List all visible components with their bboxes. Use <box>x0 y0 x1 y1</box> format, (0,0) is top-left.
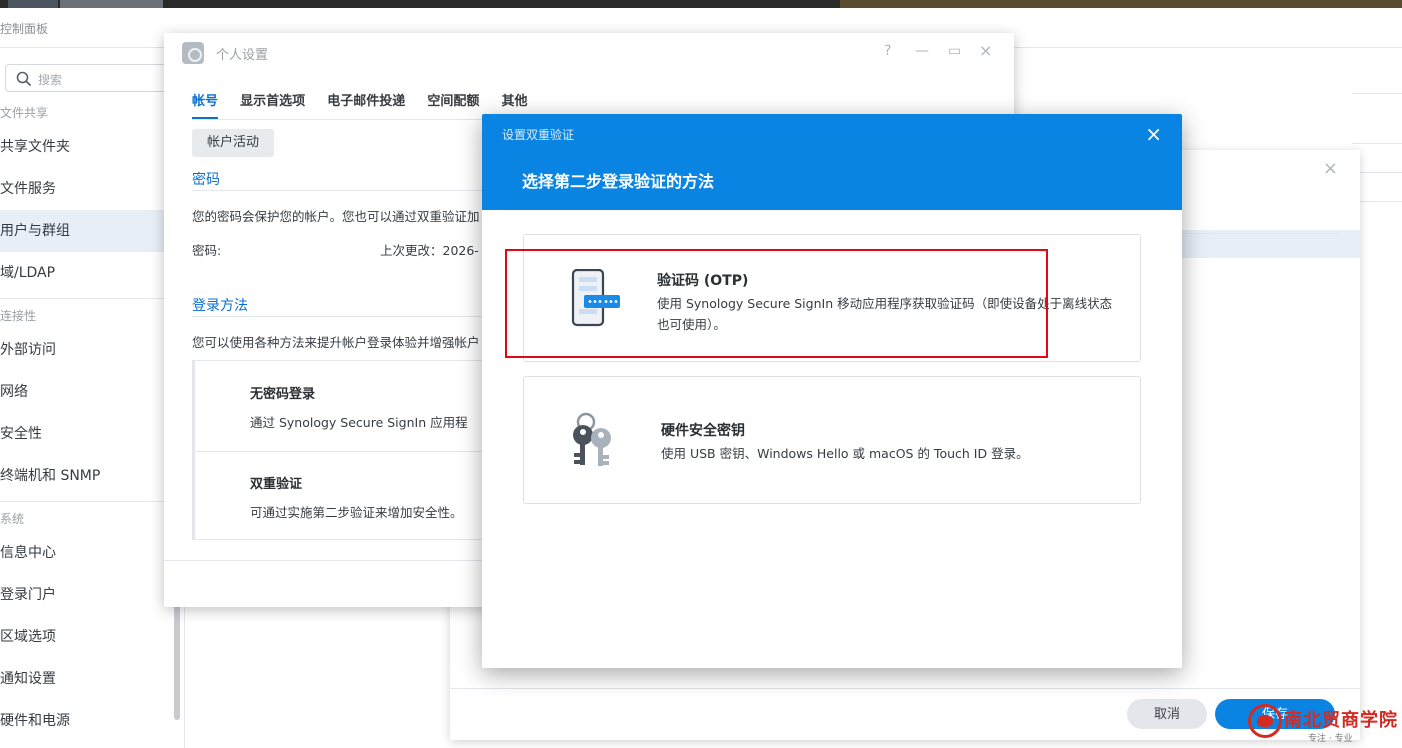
watermark-text: 南北贸商学院 <box>1284 710 1398 731</box>
maximize-icon[interactable]: ▭ <box>948 43 961 59</box>
watermark-subtext: 专注 · 专业 <box>1308 734 1353 744</box>
close-icon[interactable]: × <box>1323 158 1338 179</box>
option-otp-title: 验证码 (OTP) <box>657 273 749 289</box>
option-otp-desc: 使用 Synology Secure SignIn 移动应用程序获取验证码（即使… <box>657 296 1113 332</box>
sidebar-item-file-services[interactable]: 文件服务 <box>0 168 175 210</box>
passwordless-login-desc: 通过 Synology Secure SignIn 应用程 <box>250 415 468 430</box>
sidebar-item-external-access[interactable]: 外部访问 <box>0 329 175 371</box>
search-input[interactable]: 搜索 <box>5 64 175 92</box>
account-activity-button[interactable]: 帐户活动 <box>192 129 274 157</box>
option-security-key[interactable]: 硬件安全密钥 使用 USB 密钥、Windows Hello 或 macOS 的… <box>523 376 1141 504</box>
search-icon <box>16 71 32 87</box>
divider <box>450 688 1360 689</box>
sidebar-item-domain-ldap[interactable]: 域/LDAP <box>0 252 175 294</box>
dialog-header: 设置双重验证 × 选择第二步登录验证的方法 <box>482 114 1182 210</box>
two-factor-desc: 可通过实施第二步验证来增加安全性。 <box>250 505 463 520</box>
sidebar-item-notification[interactable]: 通知设置 <box>0 658 175 700</box>
login-method-section-title: 登录方法 <box>192 298 248 314</box>
divider <box>184 600 185 748</box>
password-last-changed: 上次更改：2026- <box>380 243 479 258</box>
option-otp[interactable]: 验证码 (OTP) 使用 Synology Secure SignIn 移动应用… <box>523 234 1141 362</box>
passwordless-login-title: 无密码登录 <box>250 387 316 402</box>
watermark-logo: 南北贸商学院 专注 · 专业 <box>1246 702 1402 748</box>
divider <box>1352 93 1402 94</box>
sidebar-group-connectivity: 连接性 <box>0 309 37 323</box>
desktop-wallpaper <box>840 0 1402 8</box>
sidebar-item-regional-options[interactable]: 区域选项 <box>0 616 175 658</box>
sidebar-group-file-sharing: 文件共享 <box>0 106 49 120</box>
dialog-title: 设置双重验证 <box>502 128 575 142</box>
sidebar-item-terminal-snmp[interactable]: 终端机和 SNMP <box>0 455 175 497</box>
sidebar-item-login-portal[interactable]: 登录门户 <box>0 574 175 616</box>
help-icon[interactable]: ? <box>884 43 891 59</box>
window-title: 个人设置 <box>216 48 269 63</box>
two-factor-title: 双重验证 <box>250 477 303 492</box>
tab-display-preferences[interactable]: 显示首选项 <box>240 90 305 109</box>
window-titlebar[interactable]: 个人设置 ? — ▭ × <box>164 33 1014 73</box>
login-method-description: 您可以使用各种方法来提升帐户登录体验并增强帐户 <box>192 335 480 350</box>
sidebar-item-users-groups[interactable]: 用户与群组 <box>0 210 175 252</box>
dialog-heading: 选择第二步登录验证的方法 <box>522 172 715 191</box>
sidebar-item-network[interactable]: 网络 <box>0 371 175 413</box>
tab-quota[interactable]: 空间配额 <box>427 90 479 109</box>
divider <box>0 501 175 502</box>
settings-app-icon <box>182 42 204 64</box>
divider <box>1180 233 1340 234</box>
sidebar: 文件共享 共享文件夹 文件服务 用户与群组 域/LDAP 连接性 外部访问 网络… <box>0 100 175 742</box>
sidebar-item-hardware-power[interactable]: 硬件和电源 <box>0 700 175 742</box>
option-security-key-desc: 使用 USB 密钥、Windows Hello 或 macOS 的 Touch … <box>661 446 1029 461</box>
password-description: 您的密码会保护您的帐户。您也可以通过双重验证加 <box>192 209 480 224</box>
divider <box>0 298 175 299</box>
close-icon[interactable]: × <box>979 41 992 60</box>
sidebar-scrollbar[interactable] <box>174 600 180 720</box>
search-placeholder: 搜索 <box>38 73 63 87</box>
sidebar-item-info-center[interactable]: 信息中心 <box>0 532 175 574</box>
selected-row[interactable] <box>1180 230 1360 258</box>
tab-email-delivery[interactable]: 电子邮件投递 <box>327 90 405 109</box>
sidebar-group-system: 系统 <box>0 512 25 526</box>
watermark-seal-icon <box>1248 704 1282 738</box>
divider <box>1352 143 1402 144</box>
keys-icon <box>573 412 611 466</box>
phone-otp-icon <box>571 269 620 327</box>
option-security-key-title: 硬件安全密钥 <box>661 423 745 439</box>
close-icon[interactable]: × <box>1145 122 1162 146</box>
two-factor-setup-dialog: 设置双重验证 × 选择第二步登录验证的方法 验证码 (OTP) 使用 Synol… <box>482 114 1182 668</box>
tab-account[interactable]: 帐号 <box>192 90 218 109</box>
taskbar-item[interactable] <box>8 0 58 8</box>
minimize-icon[interactable]: — <box>915 43 929 59</box>
sidebar-item-shared-folder[interactable]: 共享文件夹 <box>0 126 175 168</box>
control-panel-title: 控制面板 <box>0 22 49 36</box>
cancel-button[interactable]: 取消 <box>1127 699 1207 729</box>
divider <box>192 451 492 452</box>
sidebar-item-security[interactable]: 安全性 <box>0 413 175 455</box>
password-label: 密码: <box>192 243 222 258</box>
password-section-title: 密码 <box>192 172 220 188</box>
taskbar-item[interactable] <box>60 0 163 8</box>
tab-others[interactable]: 其他 <box>501 90 527 109</box>
desktop-top-strip <box>0 0 1402 8</box>
